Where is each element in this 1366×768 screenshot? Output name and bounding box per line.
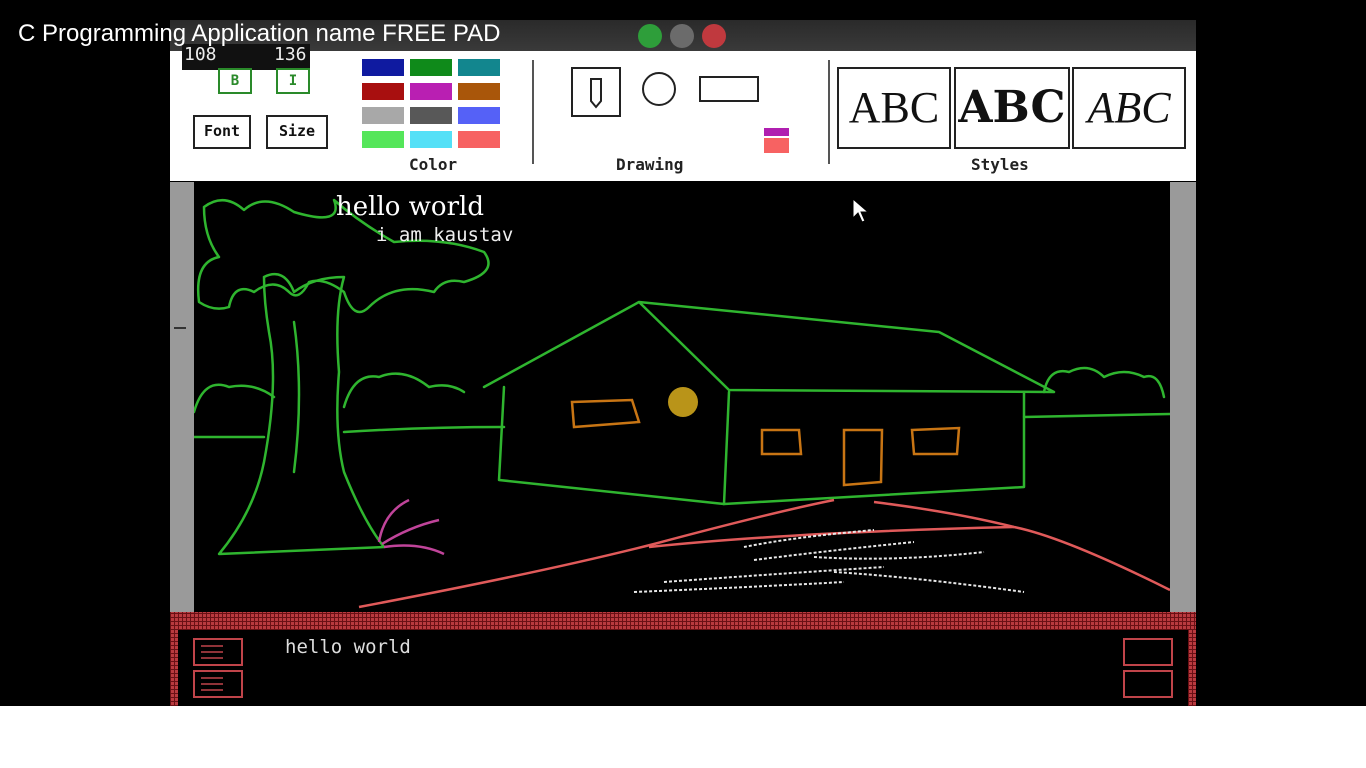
sun-circle: [668, 387, 698, 417]
font-button[interactable]: Font: [193, 115, 251, 149]
maximize-button[interactable]: [670, 24, 694, 48]
video-title: C Programming Application name FREE PAD: [18, 20, 501, 47]
active-color-primary: [764, 128, 789, 136]
pencil-icon: [590, 78, 602, 109]
style-italic-button[interactable]: ABC: [1072, 67, 1186, 149]
circle-tool[interactable]: [640, 70, 678, 108]
color-swatch[interactable]: [410, 59, 452, 76]
italic-button[interactable]: I: [276, 68, 310, 94]
color-swatch[interactable]: [458, 83, 500, 100]
left-scrollbar[interactable]: [170, 182, 194, 612]
menu-list-button[interactable]: [193, 670, 243, 698]
bold-button[interactable]: B: [218, 68, 252, 94]
color-swatch[interactable]: [458, 59, 500, 76]
close-button[interactable]: [702, 24, 726, 48]
color-swatch[interactable]: [362, 83, 404, 100]
color-swatch[interactable]: [458, 131, 500, 148]
panel-right-button[interactable]: [1123, 670, 1173, 698]
panel-right-button[interactable]: [1123, 638, 1173, 666]
canvas-drawing: [192, 198, 1172, 609]
white-road: [633, 529, 1025, 593]
color-swatch[interactable]: [362, 59, 404, 76]
styles-section-label: Styles: [971, 155, 1029, 174]
purple-grass: [377, 498, 445, 556]
bottom-panel-border-left: [170, 630, 178, 706]
right-scrollbar[interactable]: [1170, 182, 1196, 612]
scroll-thumb[interactable]: [174, 327, 186, 329]
color-swatch[interactable]: [410, 131, 452, 148]
drawing-section-label: Drawing: [616, 155, 684, 174]
color-swatch[interactable]: [458, 107, 500, 124]
bottom-panel-text: hello world: [285, 636, 411, 658]
red-path: [358, 498, 1171, 609]
mouse-cursor-icon: [852, 197, 870, 228]
color-swatch[interactable]: [410, 83, 452, 100]
color-swatch[interactable]: [362, 131, 404, 148]
page-footer: [0, 706, 1366, 768]
orange-windows: [570, 398, 961, 487]
bottom-panel-border-right: [1188, 630, 1196, 706]
separator: [532, 60, 534, 164]
menu-list-button[interactable]: [193, 638, 243, 666]
color-swatch[interactable]: [410, 107, 452, 124]
color-swatch[interactable]: [362, 107, 404, 124]
minimize-button[interactable]: [638, 24, 662, 48]
list-icon: [201, 677, 223, 691]
active-color-secondary: [764, 138, 789, 153]
canvas-heading: hello world: [336, 192, 484, 222]
color-section-label: Color: [409, 155, 458, 174]
green-sketch: [192, 198, 1172, 556]
pencil-tool[interactable]: [571, 67, 621, 117]
list-icon: [201, 645, 223, 659]
color-palette: [362, 59, 502, 151]
style-serif-button[interactable]: ABC: [837, 67, 951, 149]
size-button[interactable]: Size: [266, 115, 328, 149]
rectangle-tool[interactable]: [699, 76, 759, 102]
separator: [828, 60, 830, 164]
style-gothic-button[interactable]: ABC: [954, 67, 1070, 149]
drawing-canvas[interactable]: hello world i am kaustav: [192, 182, 1172, 612]
bottom-panel-border: [170, 612, 1196, 630]
circle-icon: [642, 72, 676, 106]
canvas-subheading: i am kaustav: [376, 224, 514, 246]
